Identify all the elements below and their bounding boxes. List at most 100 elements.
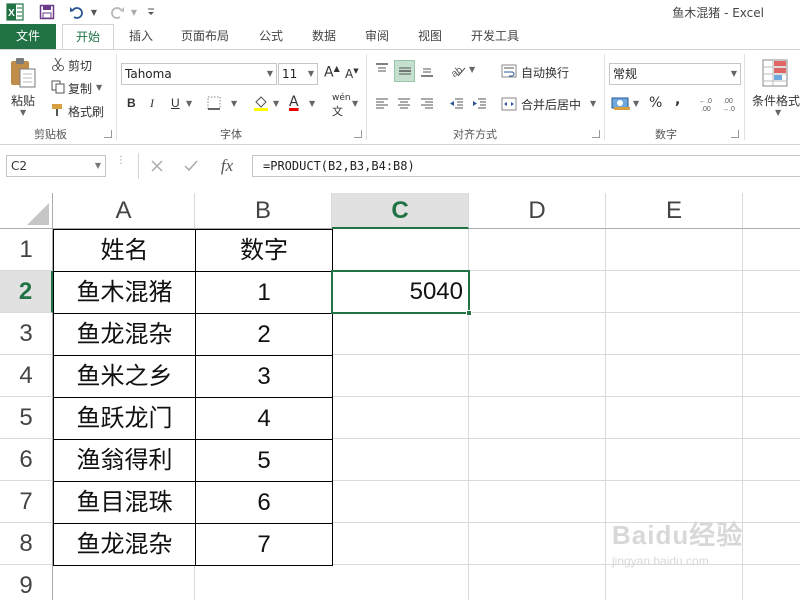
name-cell[interactable]: 渔翁得利 <box>53 439 196 482</box>
formula-bar-grip-icon[interactable]: ⋮ <box>116 156 126 173</box>
conditional-formatting-button[interactable]: 条件格式 <box>752 92 800 109</box>
row-header-2[interactable]: 2 <box>0 271 53 313</box>
bottom-align-icon[interactable] <box>417 60 437 80</box>
name-cell[interactable]: 鱼米之乡 <box>53 355 196 398</box>
number-cell[interactable]: 2 <box>195 313 333 356</box>
name-cell[interactable]: 鱼龙混杂 <box>53 523 196 566</box>
row-header-5[interactable]: 5 <box>0 397 53 439</box>
align-left-icon[interactable] <box>372 94 392 114</box>
copy-dropdown-icon[interactable]: ▼ <box>96 83 102 92</box>
name-cell[interactable]: 鱼跃龙门 <box>53 397 196 440</box>
save-icon[interactable] <box>36 3 58 21</box>
header-name-cell[interactable]: 姓名 <box>53 229 196 272</box>
row-header-1[interactable]: 1 <box>0 229 53 271</box>
align-center-icon[interactable] <box>394 94 414 114</box>
column-header-e[interactable]: E <box>606 193 743 229</box>
paste-icon[interactable] <box>6 56 40 90</box>
currency-icon[interactable] <box>610 94 632 112</box>
orientation-icon[interactable]: ab <box>447 60 467 80</box>
row-header-7[interactable]: 7 <box>0 481 53 523</box>
underline-dropdown-icon[interactable]: ▼ <box>186 99 192 108</box>
align-right-icon[interactable] <box>417 94 437 114</box>
row-header-4[interactable]: 4 <box>0 355 53 397</box>
column-header-f[interactable] <box>743 193 800 229</box>
grow-font-button[interactable]: A▲ <box>324 64 340 81</box>
italic-button[interactable]: I <box>150 96 154 111</box>
number-cell[interactable]: 5 <box>195 439 333 482</box>
font-launcher-icon[interactable] <box>354 130 362 138</box>
font-color-dropdown-icon[interactable]: ▼ <box>309 99 315 108</box>
tab-developer[interactable]: 开发工具 <box>462 24 528 49</box>
tab-page-layout[interactable]: 页面布局 <box>172 24 238 49</box>
row-header-9[interactable]: 9 <box>0 565 53 600</box>
phonetic-dropdown-icon[interactable]: ▼ <box>352 99 358 108</box>
copy-icon[interactable] <box>50 79 66 95</box>
number-launcher-icon[interactable] <box>731 130 739 138</box>
formula-input[interactable]: =PRODUCT(B2,B3,B4:B8) <box>252 155 800 177</box>
scissors-icon[interactable] <box>50 56 66 72</box>
copy-button[interactable]: 复制 <box>68 80 92 97</box>
clipboard-launcher-icon[interactable] <box>104 130 112 138</box>
active-cell-c2[interactable]: 5040 <box>332 271 469 313</box>
tab-view[interactable]: 视图 <box>409 24 451 49</box>
comma-button[interactable]: , <box>675 92 680 108</box>
row-9-cells[interactable] <box>53 565 332 600</box>
number-cell[interactable]: 7 <box>195 523 333 566</box>
merge-center-button[interactable]: 合并后居中 <box>521 96 581 113</box>
number-cell[interactable]: 6 <box>195 481 333 524</box>
enter-icon[interactable] <box>181 156 201 176</box>
fill-color-dropdown-icon[interactable]: ▼ <box>273 99 279 108</box>
fill-handle[interactable] <box>466 310 472 316</box>
decrease-indent-icon[interactable] <box>447 94 467 114</box>
name-box[interactable]: C2 ▼ <box>6 155 106 177</box>
number-format-combo[interactable]: 常规 ▼ <box>609 63 741 85</box>
conditional-formatting-icon[interactable] <box>760 56 790 90</box>
number-cell[interactable]: 3 <box>195 355 333 398</box>
column-header-d[interactable]: D <box>469 193 606 229</box>
tab-file[interactable]: 文件 <box>0 24 56 49</box>
tab-home[interactable]: 开始 <box>62 24 114 50</box>
phonetic-guide-button[interactable]: wén 文 <box>332 93 351 119</box>
column-header-b[interactable]: B <box>195 193 332 229</box>
alignment-launcher-icon[interactable] <box>592 130 600 138</box>
insert-function-button[interactable]: fx <box>215 155 239 177</box>
merge-dropdown-icon[interactable]: ▼ <box>590 99 596 108</box>
undo-icon[interactable] <box>66 3 88 21</box>
orientation-dropdown-icon[interactable]: ▼ <box>469 65 475 74</box>
format-painter-button[interactable]: 格式刷 <box>68 103 104 120</box>
number-cell[interactable]: 4 <box>195 397 333 440</box>
shrink-font-button[interactable]: A▼ <box>345 67 359 81</box>
redo-icon[interactable] <box>106 3 128 21</box>
percent-button[interactable]: % <box>649 95 662 111</box>
row-header-3[interactable]: 3 <box>0 313 53 355</box>
paste-dropdown-icon[interactable]: ▼ <box>20 108 26 117</box>
decrease-decimal-icon[interactable]: .00 →.0 <box>721 94 741 114</box>
font-color-button[interactable]: A <box>289 94 299 110</box>
redo-dropdown-icon[interactable]: ▼ <box>128 3 140 21</box>
increase-indent-icon[interactable] <box>470 94 490 114</box>
row-header-8[interactable]: 8 <box>0 523 53 565</box>
top-align-icon[interactable] <box>372 60 392 80</box>
cancel-icon[interactable] <box>147 156 167 176</box>
number-cell[interactable]: 1 <box>195 271 333 314</box>
underline-button[interactable]: U <box>171 96 180 110</box>
name-cell[interactable]: 鱼龙混杂 <box>53 313 196 356</box>
bold-button[interactable]: B <box>127 96 136 110</box>
conditional-dropdown-icon[interactable]: ▼ <box>775 108 781 117</box>
wrap-text-button[interactable]: 自动换行 <box>521 64 569 81</box>
increase-decimal-icon[interactable]: ←.0.00 <box>698 94 718 114</box>
fill-color-icon[interactable] <box>251 94 271 112</box>
name-cell[interactable]: 鱼目混珠 <box>53 481 196 524</box>
middle-align-icon[interactable] <box>394 60 415 82</box>
cut-button[interactable]: 剪切 <box>68 57 92 74</box>
undo-dropdown-icon[interactable]: ▼ <box>88 3 100 21</box>
tab-review[interactable]: 审阅 <box>356 24 398 49</box>
borders-icon[interactable] <box>205 95 223 111</box>
row-header-6[interactable]: 6 <box>0 439 53 481</box>
format-painter-icon[interactable] <box>50 102 66 118</box>
borders-dropdown-icon[interactable]: ▼ <box>231 99 237 108</box>
font-size-combo[interactable]: 11 ▼ <box>278 63 318 85</box>
wrap-text-icon[interactable] <box>500 62 518 80</box>
paste-button[interactable]: 粘贴 <box>11 92 35 109</box>
column-header-a[interactable]: A <box>53 193 195 229</box>
